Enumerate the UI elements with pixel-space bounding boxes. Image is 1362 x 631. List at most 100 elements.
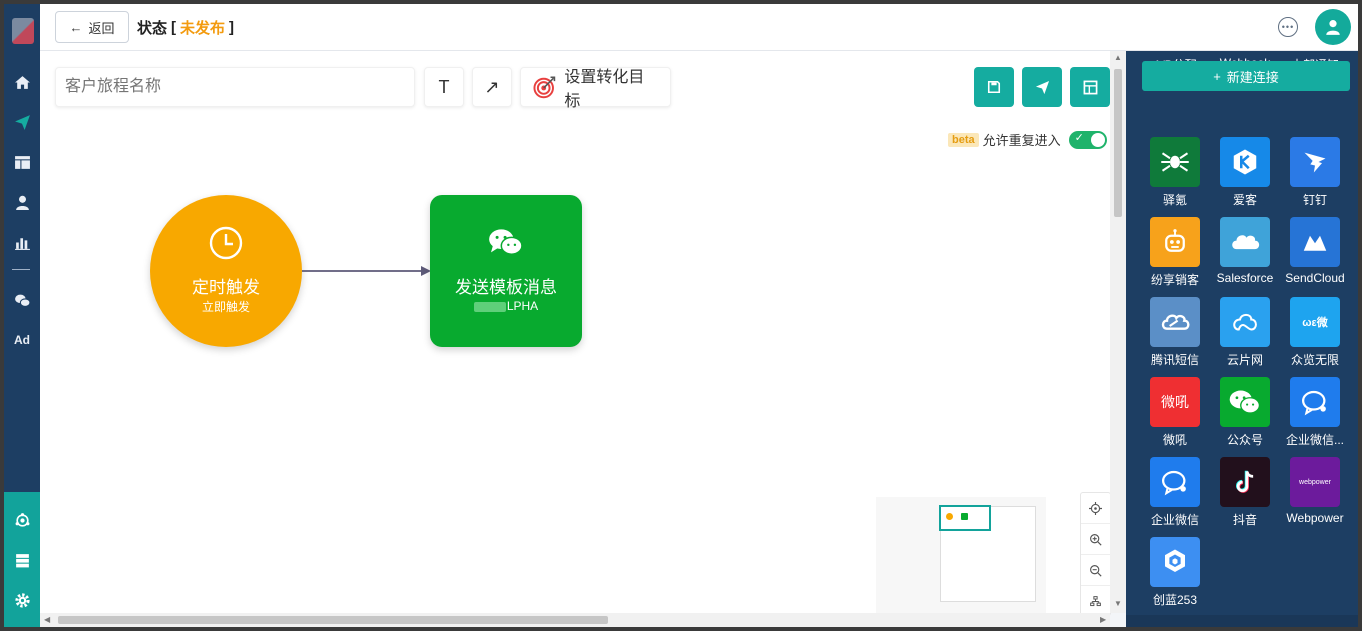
panel-footer xyxy=(1126,615,1358,627)
publish-status: 状态 [ 未发布 ] xyxy=(137,17,234,38)
webpower-tile-text: webpower xyxy=(1299,478,1331,486)
zoom-in-button[interactable] xyxy=(1081,524,1110,555)
publish-button[interactable] xyxy=(1022,67,1062,107)
status-bracket-open: [ xyxy=(171,19,177,36)
robot-icon xyxy=(1150,217,1200,267)
trigger-node[interactable]: 定时触发 立即触发 xyxy=(150,195,302,347)
new-connection-button[interactable]: + 新建连接 xyxy=(1142,61,1350,91)
app-sendcloud[interactable]: SendCloud xyxy=(1280,217,1350,285)
scrollbar-thumb[interactable] xyxy=(1114,69,1122,217)
top-header: ← 返回 状态 [ 未发布 ] ••• xyxy=(40,4,1358,51)
chat-bubble-icon[interactable]: ••• xyxy=(1278,17,1298,37)
app-chuanglan[interactable]: 创蓝253 xyxy=(1140,537,1210,608)
weihou-tile-text: 微吼 xyxy=(1161,394,1189,410)
reentry-option: beta 允许重复进入 ✓ xyxy=(948,130,1107,149)
crosshair-icon xyxy=(1089,501,1102,515)
app-label: Webpower xyxy=(1286,511,1344,525)
layout-template-icon xyxy=(1083,80,1097,94)
user-icon[interactable] xyxy=(4,188,40,216)
scroll-right-icon[interactable]: ▶ xyxy=(1100,615,1106,624)
avatar[interactable] xyxy=(1315,9,1351,45)
journey-canvas[interactable]: T ↗ 设置转化目标 beta 允许重复进入 xyxy=(40,51,1111,617)
scroll-up-icon[interactable]: ▲ xyxy=(1114,53,1122,62)
app-dingtalk[interactable]: 钉钉 xyxy=(1280,137,1350,208)
wechat-rail-icon[interactable] xyxy=(4,286,40,314)
paper-plane-icon xyxy=(1035,80,1049,94)
new-connection-label: 新建连接 xyxy=(1226,69,1279,85)
app-webpower[interactable]: webpower Webpower xyxy=(1280,457,1350,525)
app-label: 抖音 xyxy=(1232,513,1257,527)
rail-divider xyxy=(12,269,30,270)
canvas-vertical-scrollbar[interactable]: ▲ ▼ xyxy=(1110,51,1126,613)
app-fenxiang[interactable]: 纷享销客 xyxy=(1140,217,1210,288)
back-button[interactable]: ← 返回 xyxy=(55,11,129,43)
app-yike[interactable]: 驿氪 xyxy=(1140,137,1210,208)
app-label: Salesforce xyxy=(1216,271,1274,285)
connector-arrow[interactable] xyxy=(302,265,432,279)
app-douyin[interactable]: 抖音 xyxy=(1210,457,1280,528)
scrollbar-thumb[interactable] xyxy=(58,616,608,624)
save-button[interactable] xyxy=(974,67,1014,107)
set-goal-button[interactable]: 设置转化目标 xyxy=(520,67,671,110)
network-icon[interactable] xyxy=(4,506,40,534)
scroll-down-icon[interactable]: ▼ xyxy=(1114,599,1122,608)
arrow-tool-icon: ↗ xyxy=(484,76,500,97)
app-zhonglan[interactable]: ωε微 众览无限 xyxy=(1280,297,1350,368)
app-wecom-2[interactable]: 企业微信 xyxy=(1140,457,1210,528)
chuanglan-icon xyxy=(1150,537,1200,587)
app-tencent-sms[interactable]: 腾讯短信 xyxy=(1140,297,1210,368)
minimap[interactable] xyxy=(939,505,1036,602)
reentry-toggle[interactable]: ✓ xyxy=(1068,130,1107,149)
zoom-in-icon xyxy=(1090,533,1102,546)
app-weihou[interactable]: 微吼 微吼 xyxy=(1140,377,1210,448)
weihou-icon: 微吼 xyxy=(1150,377,1200,427)
app-aike[interactable]: 爱客 xyxy=(1210,137,1280,208)
webpower-icon: webpower xyxy=(1290,457,1340,507)
tiktok-icon xyxy=(1220,457,1270,507)
left-rail: Ad xyxy=(4,4,40,627)
connector-panel: A/B分配 Webhook 内部通知 驿氪 爱客 xyxy=(1126,51,1358,627)
zhonglan-tile-text: ωε微 xyxy=(1302,317,1328,329)
journey-name-input[interactable] xyxy=(55,67,415,107)
send-template-node[interactable]: 发送模板消息 LPHA xyxy=(430,195,582,347)
template-button[interactable] xyxy=(1070,67,1110,107)
ad-icon[interactable]: Ad xyxy=(4,326,40,354)
brand-logo xyxy=(12,18,34,44)
bar-chart-icon[interactable] xyxy=(4,228,40,256)
app-salesforce[interactable]: Salesforce xyxy=(1210,217,1280,285)
app-official-account[interactable]: 公众号 xyxy=(1210,377,1280,448)
beta-badge: beta xyxy=(948,132,979,147)
locate-button[interactable] xyxy=(1081,493,1110,524)
yunpian-icon xyxy=(1220,297,1270,347)
status-bracket-close: ] xyxy=(229,19,235,36)
settings-icon[interactable] xyxy=(4,586,40,614)
sitemap-icon xyxy=(1090,596,1101,607)
minimap-trigger-node xyxy=(946,513,953,520)
scroll-left-icon[interactable]: ◀ xyxy=(44,615,50,624)
app-label: 钉钉 xyxy=(1302,193,1327,207)
app-label: 腾讯短信 xyxy=(1150,353,1199,367)
app-label: SendCloud xyxy=(1285,271,1345,285)
server-icon[interactable] xyxy=(4,546,40,574)
app-label: 微吼 xyxy=(1162,433,1187,447)
status-value: 未发布 xyxy=(180,20,226,37)
zoom-out-button[interactable] xyxy=(1081,555,1110,586)
arrow-left-icon: ← xyxy=(69,19,83,35)
wechat-icon xyxy=(489,229,523,255)
arrow-tool-button[interactable]: ↗ xyxy=(472,67,512,107)
app-label: 企业微信 xyxy=(1150,513,1199,527)
wecom-icon xyxy=(1150,457,1200,507)
layout-icon[interactable] xyxy=(4,148,40,176)
app-label: 驿氪 xyxy=(1162,193,1187,207)
text-tool-button[interactable]: T xyxy=(424,67,464,107)
app-yunpian[interactable]: 云片网 xyxy=(1210,297,1280,368)
canvas-horizontal-scrollbar[interactable]: ◀ ▶ xyxy=(40,613,1110,627)
reentry-label: 允许重复进入 xyxy=(982,133,1061,148)
tencent-cloud-icon xyxy=(1150,297,1200,347)
text-tool-icon: T xyxy=(438,76,450,97)
sendcloud-icon xyxy=(1290,217,1340,267)
home-icon[interactable] xyxy=(4,68,40,96)
app-wecom-1[interactable]: 企业微信... xyxy=(1280,377,1350,448)
send-icon[interactable] xyxy=(4,108,40,136)
set-goal-label: 设置转化目标 xyxy=(564,69,645,110)
